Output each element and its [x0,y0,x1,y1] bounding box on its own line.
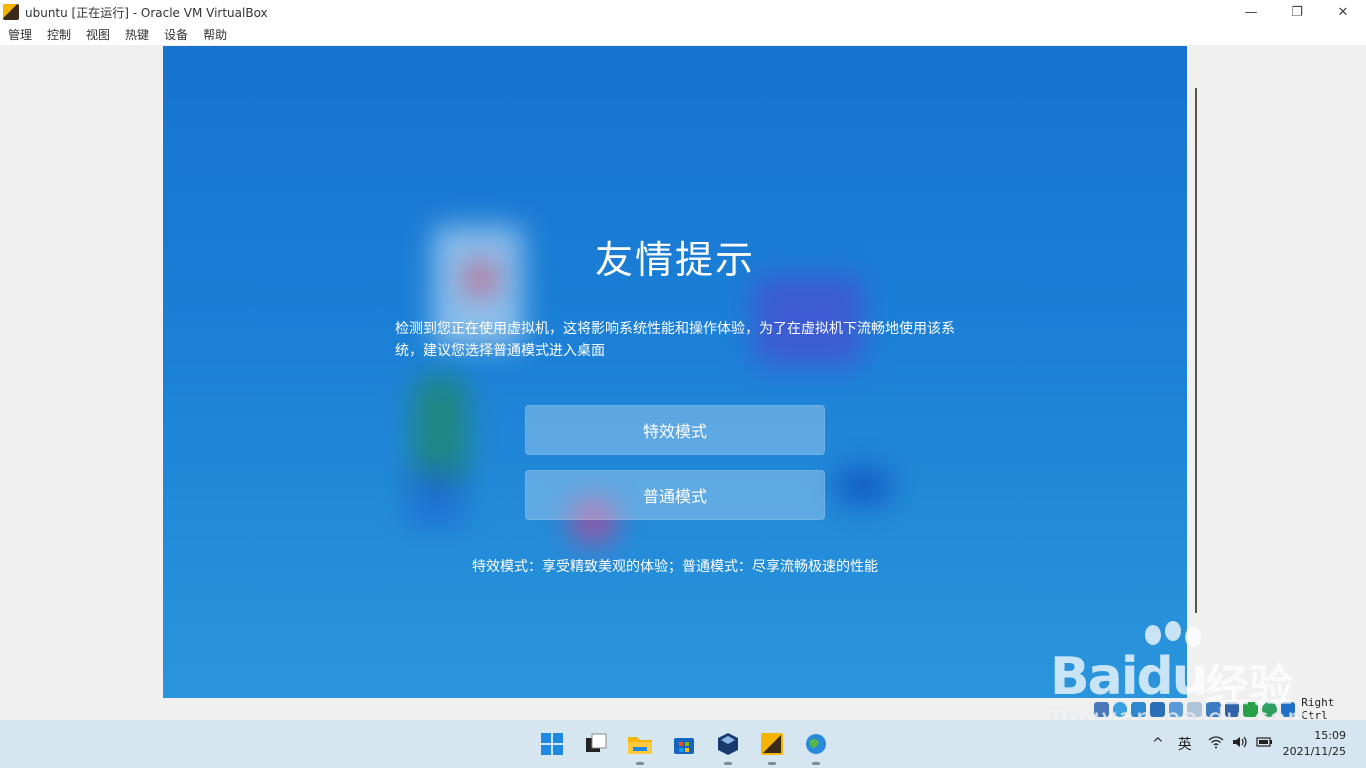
running-indicator [812,762,820,765]
wifi-icon[interactable] [1208,735,1224,753]
mode-description: 特效模式：享受精致美观的体验；普通模式：尽享流畅极速的性能 [472,559,878,575]
volume-icon[interactable] [1232,735,1248,753]
minimize-button[interactable]: — [1228,0,1274,24]
recording-icon[interactable] [1224,701,1240,717]
usb-icon[interactable] [1168,701,1184,717]
store-icon[interactable] [668,728,700,760]
file-explorer-icon[interactable] [624,728,656,765]
start-icon[interactable] [536,728,568,760]
host-key-label: Right Ctrl [1301,696,1335,722]
display-icon[interactable] [1205,701,1221,717]
virtualbox-app-icon [3,4,19,20]
network-globe-icon[interactable] [800,728,832,765]
optical-icon[interactable] [1112,701,1128,717]
taskbar: ^ 英 15:09 2021/11/25 [0,720,1366,768]
paw-toe-3 [1185,627,1201,647]
mouse-integration-icon[interactable] [1261,701,1277,717]
window-controls: — ❐ ✕ [1228,0,1366,24]
clock-time: 15:09 [1314,729,1346,742]
maximize-button[interactable]: ❐ [1274,0,1320,24]
cpu-icon[interactable] [1243,701,1258,717]
menu-help[interactable]: 帮助 [195,26,234,43]
title-bar: ubuntu [正在运行] - Oracle VM VirtualBox — ❐… [0,0,1366,24]
menu-control[interactable]: 控制 [39,26,78,43]
vbox-status-bar: Right Ctrl [1094,696,1366,722]
task-view-icon[interactable] [580,728,612,760]
ime-indicator[interactable]: 英 [1178,734,1192,754]
vm-app-icon[interactable] [756,728,788,765]
hdd-icon[interactable] [1094,701,1109,717]
system-clock[interactable]: 15:09 2021/11/25 [1276,728,1346,760]
running-indicator [768,762,776,765]
virtualbox-icon[interactable] [712,728,744,765]
running-indicator [636,762,644,765]
effect-mode-button[interactable]: 特效模式 [525,405,825,455]
normal-mode-button[interactable]: 普通模式 [525,470,825,520]
keyboard-icon[interactable] [1280,701,1296,717]
close-button[interactable]: ✕ [1320,0,1366,24]
menu-hotkey[interactable]: 热键 [117,26,156,43]
running-indicator [724,762,732,765]
shared-folder-icon[interactable] [1187,701,1202,717]
dialog-message: 检测到您正在使用虚拟机，这将影响系统性能和操作体验，为了在虚拟机下流畅地使用该系… [395,321,955,359]
clock-date: 2021/11/25 [1282,745,1346,758]
vm-screen[interactable]: 友情提示 检测到您正在使用虚拟机，这将影响系统性能和操作体验，为了在虚拟机下流畅… [163,46,1187,698]
bg-blur-pot [408,466,463,526]
bg-blur-blue-blob [833,466,893,506]
tray-chevron-icon[interactable]: ^ [1152,736,1164,752]
dialog-title: 友情提示 [594,238,755,282]
network-icon[interactable] [1149,701,1165,717]
menu-bar: 管理 控制 视图 热键 设备 帮助 [0,24,1366,45]
menu-view[interactable]: 视图 [78,26,117,43]
battery-icon[interactable] [1256,735,1274,753]
vm-scrollbar[interactable] [1195,88,1197,613]
system-tray: ^ 英 [1152,720,1274,768]
menu-manage[interactable]: 管理 [0,26,39,43]
menu-devices[interactable]: 设备 [156,26,195,43]
audio-icon[interactable] [1131,701,1146,717]
window-title: ubuntu [正在运行] - Oracle VM VirtualBox [25,5,268,20]
